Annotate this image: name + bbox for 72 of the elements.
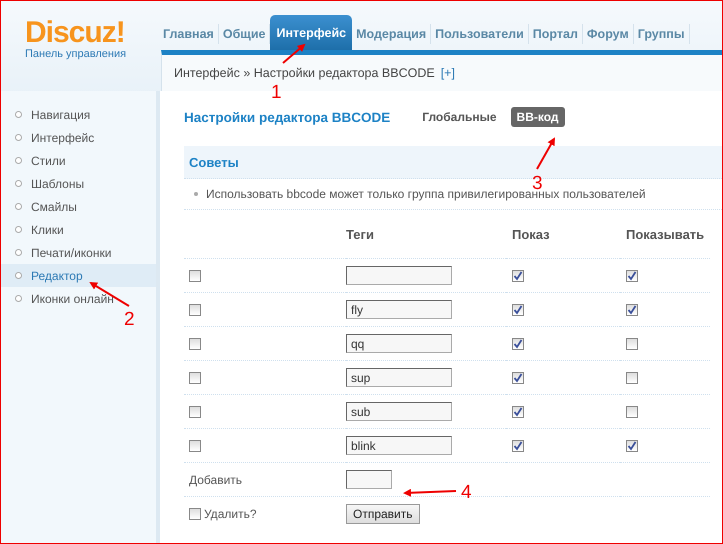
show-checkbox[interactable] — [512, 406, 524, 418]
nav-tab[interactable]: Пользователи — [431, 24, 529, 44]
sub-tab[interactable]: Глобальные — [416, 107, 503, 127]
annotation-arrow — [282, 44, 306, 64]
sidebar-item[interactable]: Навигация — [1, 103, 156, 126]
logo: Discuz! — [25, 17, 125, 49]
breadcrumb: Интерфейс » Настройки редактора BBCODE — [174, 66, 435, 80]
delete-label: Удалить? — [204, 506, 256, 520]
column-header: Показывать — [626, 226, 704, 242]
add-input[interactable] — [346, 470, 392, 489]
circle-icon — [15, 249, 22, 256]
nav-tab[interactable]: Главная — [159, 24, 219, 44]
display-checkbox[interactable] — [626, 372, 638, 384]
show-checkbox[interactable] — [512, 304, 524, 316]
tag-input[interactable] — [346, 266, 452, 285]
circle-icon — [15, 157, 22, 164]
delete-checkbox[interactable] — [189, 304, 201, 316]
sidebar-item[interactable]: Стили — [1, 149, 156, 172]
sidebar-item[interactable]: Печати/иконки — [1, 241, 156, 264]
column-header: Теги — [346, 226, 374, 242]
tag-input[interactable]: blink — [346, 436, 452, 455]
circle-icon — [15, 134, 22, 141]
nav-tab[interactable]: Портал — [528, 24, 583, 44]
sub-tab[interactable]: BB-код — [510, 107, 564, 127]
tag-input[interactable]: sup — [346, 368, 452, 387]
show-checkbox[interactable] — [512, 338, 524, 350]
tag-input[interactable]: qq — [346, 334, 452, 353]
sidebar-item[interactable]: Иконки онлайн — [1, 287, 156, 310]
circle-icon — [15, 203, 22, 210]
circle-icon — [15, 226, 22, 233]
display-checkbox[interactable] — [626, 304, 638, 316]
annotation-number: 1 — [271, 82, 282, 103]
annotation-arrow — [536, 137, 555, 170]
submit-button[interactable]: Отправить — [346, 504, 420, 524]
show-checkbox[interactable] — [512, 372, 524, 384]
annotation-arrow — [403, 488, 456, 497]
tips-title: Советы — [189, 154, 239, 170]
display-checkbox[interactable] — [626, 338, 638, 350]
delete-checkbox[interactable] — [189, 508, 201, 520]
page-title: Настройки редактора BBCODE — [184, 110, 390, 124]
circle-icon — [15, 295, 22, 302]
expand-link[interactable]: [+] — [440, 66, 455, 80]
display-checkbox[interactable] — [626, 406, 638, 418]
add-label: Добавить — [189, 472, 242, 486]
show-checkbox[interactable] — [512, 440, 524, 452]
circle-icon — [15, 111, 22, 118]
delete-checkbox[interactable] — [189, 372, 201, 384]
delete-checkbox[interactable] — [189, 270, 201, 282]
circle-icon — [15, 272, 22, 279]
tag-input[interactable]: sub — [346, 402, 452, 421]
delete-checkbox[interactable] — [189, 406, 201, 418]
sidebar-item[interactable]: Шаблоны — [1, 172, 156, 195]
annotation-number: 4 — [461, 482, 472, 503]
sidebar-item[interactable]: Интерфейс — [1, 126, 156, 149]
column-header: Показ — [512, 226, 550, 242]
annotation-number: 2 — [124, 309, 135, 330]
show-checkbox[interactable] — [512, 270, 524, 282]
nav-tab[interactable]: Интерфейс — [270, 15, 352, 50]
tag-input[interactable]: fly — [346, 300, 452, 319]
circle-icon — [15, 180, 22, 187]
sidebar-item[interactable]: Клики — [1, 218, 156, 241]
sidebar-item[interactable]: Смайлы — [1, 195, 156, 218]
delete-checkbox[interactable] — [189, 440, 201, 452]
display-checkbox[interactable] — [626, 440, 638, 452]
delete-checkbox[interactable] — [189, 338, 201, 350]
bullet-icon — [194, 192, 198, 196]
nav-tab[interactable]: Модерация — [352, 24, 432, 44]
logo-subtitle: Панель управления — [25, 48, 128, 60]
sidebar-item[interactable]: Редактор — [1, 264, 156, 287]
nav-tab[interactable]: Группы — [634, 24, 690, 44]
display-checkbox[interactable] — [626, 270, 638, 282]
nav-tab[interactable]: Форум — [582, 24, 634, 44]
